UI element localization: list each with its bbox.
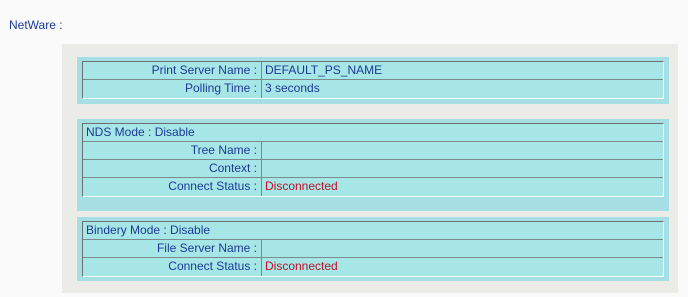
polling-time-value: 3 seconds [262, 80, 663, 98]
nds-connect-status-label: Connect Status : [84, 178, 262, 196]
table-row: Context : [83, 160, 663, 178]
polling-time-label: Polling Time : [84, 80, 262, 98]
print-server-name-label: Print Server Name : [84, 62, 262, 79]
page-title: NetWare : [9, 18, 63, 32]
tree-name-label: Tree Name : [84, 142, 262, 159]
nds-connect-status-value: Disconnected [262, 178, 663, 196]
bindery-mode-group: Bindery Mode : Disable File Server Name … [77, 217, 669, 281]
context-value [262, 160, 663, 177]
nds-mode-table: NDS Mode : Disable Tree Name : Context :… [82, 123, 664, 197]
tree-name-value [262, 142, 663, 159]
general-settings-table: Print Server Name : DEFAULT_PS_NAME Poll… [82, 61, 664, 99]
bindery-mode-header: Bindery Mode : Disable [83, 222, 663, 240]
context-label: Context : [84, 160, 262, 177]
bindery-mode-table: Bindery Mode : Disable File Server Name … [82, 221, 664, 277]
general-settings-group: Print Server Name : DEFAULT_PS_NAME Poll… [77, 57, 669, 104]
table-row: Print Server Name : DEFAULT_PS_NAME [83, 62, 663, 80]
file-server-name-value [262, 240, 663, 257]
bindery-connect-status-value: Disconnected [262, 258, 663, 276]
table-row: File Server Name : [83, 240, 663, 258]
nds-mode-header: NDS Mode : Disable [83, 124, 663, 142]
nds-mode-group: NDS Mode : Disable Tree Name : Context :… [77, 119, 669, 211]
table-row: Tree Name : [83, 142, 663, 160]
table-row: Connect Status : Disconnected [83, 258, 663, 276]
table-row: Polling Time : 3 seconds [83, 80, 663, 98]
print-server-name-value: DEFAULT_PS_NAME [262, 62, 663, 79]
bindery-connect-status-label: Connect Status : [84, 258, 262, 276]
file-server-name-label: File Server Name : [84, 240, 262, 257]
table-row: Connect Status : Disconnected [83, 178, 663, 196]
netware-settings-panel: Print Server Name : DEFAULT_PS_NAME Poll… [62, 44, 678, 293]
